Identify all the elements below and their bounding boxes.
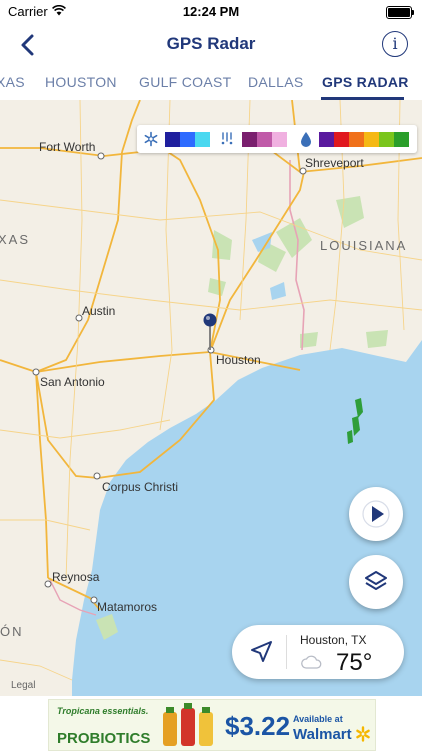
region-label: XAS [0, 232, 31, 247]
mix-swatch-3 [272, 132, 287, 147]
city-label: Matamoros [97, 600, 158, 614]
cloud-icon [301, 655, 322, 669]
navigation-bar: GPS Radar i [0, 24, 422, 64]
park-area [336, 196, 364, 228]
radar-map[interactable]: Fort Worth Shreveport Austin Houston San… [0, 100, 422, 696]
tab-dallas[interactable]: DALLAS [248, 74, 304, 90]
lake [270, 282, 286, 300]
snowflake-icon [144, 131, 158, 147]
layers-icon [365, 571, 387, 590]
snow-swatch-1 [165, 132, 180, 147]
play-button[interactable] [349, 487, 403, 541]
city-label: Fort Worth [39, 140, 96, 154]
tab-bar: XAS HOUSTON GULF COAST DALLAS GPS RADAR [0, 64, 422, 101]
tab-houston[interactable]: HOUSTON [45, 74, 117, 90]
city-label: Shreveport [305, 156, 364, 170]
ad-product: PROBIOTICS [57, 730, 151, 747]
tab-gps-radar[interactable]: GPS RADAR [322, 74, 409, 90]
mix-swatch-2 [257, 132, 272, 147]
ad-price: $3.22 [225, 711, 291, 741]
city-label: Houston [216, 353, 261, 367]
battery-icon [386, 6, 414, 19]
ad-area: Tropicana essentials. PROBIOTICS $3.22 A… [0, 696, 422, 751]
park-area [366, 330, 388, 348]
rain-swatch-1 [319, 132, 334, 147]
region-label: ÓN [0, 624, 24, 639]
status-bar: Carrier 12:24 PM [0, 0, 422, 24]
city-label: Reynosa [52, 570, 100, 584]
legal-link[interactable]: Legal [11, 680, 35, 691]
rain-swatch-4 [364, 132, 379, 147]
layers-button[interactable] [349, 555, 403, 609]
mix-swatch-1 [242, 132, 257, 147]
city-label: San Antonio [40, 375, 105, 389]
snow-swatch-3 [195, 132, 210, 147]
location-arrow-icon[interactable] [248, 639, 274, 665]
weather-location: Houston, TX [300, 633, 367, 647]
rain-swatch-6 [394, 132, 409, 147]
mixed-precip-icon [221, 132, 233, 145]
ad-available-text: Available at [293, 714, 343, 724]
location-pin-icon[interactable] [203, 313, 217, 327]
rain-swatch-3 [349, 132, 364, 147]
current-temperature: 75° [336, 649, 373, 676]
juice-bottles-image [163, 703, 213, 746]
rain-swatch-5 [379, 132, 394, 147]
city-label: Corpus Christi [102, 480, 179, 494]
current-weather-card[interactable]: Houston, TX 75° [232, 625, 404, 679]
clock: 12:24 PM [182, 4, 240, 19]
ad-brand: Tropicana essentials. [57, 706, 149, 716]
radar-legend [137, 125, 417, 153]
tab-gulf-coast[interactable]: GULF COAST [139, 74, 231, 90]
raindrop-icon [301, 132, 311, 147]
walmart-spark-icon [356, 726, 370, 742]
map-canvas [0, 100, 422, 696]
rain-swatch-2 [334, 132, 349, 147]
ad-banner[interactable]: Tropicana essentials. PROBIOTICS $3.22 A… [48, 699, 376, 751]
info-button[interactable]: i [382, 31, 408, 57]
park-area [208, 278, 226, 296]
city-label: Austin [82, 304, 116, 318]
park-area [212, 230, 232, 260]
region-label: LOUISIANA [320, 238, 408, 253]
snow-swatch-2 [180, 132, 195, 147]
play-icon [362, 500, 390, 528]
page-title: GPS Radar [166, 34, 256, 53]
tab-texas[interactable]: XAS [0, 74, 25, 90]
ad-store: Walmart [293, 726, 352, 743]
divider [286, 635, 287, 669]
